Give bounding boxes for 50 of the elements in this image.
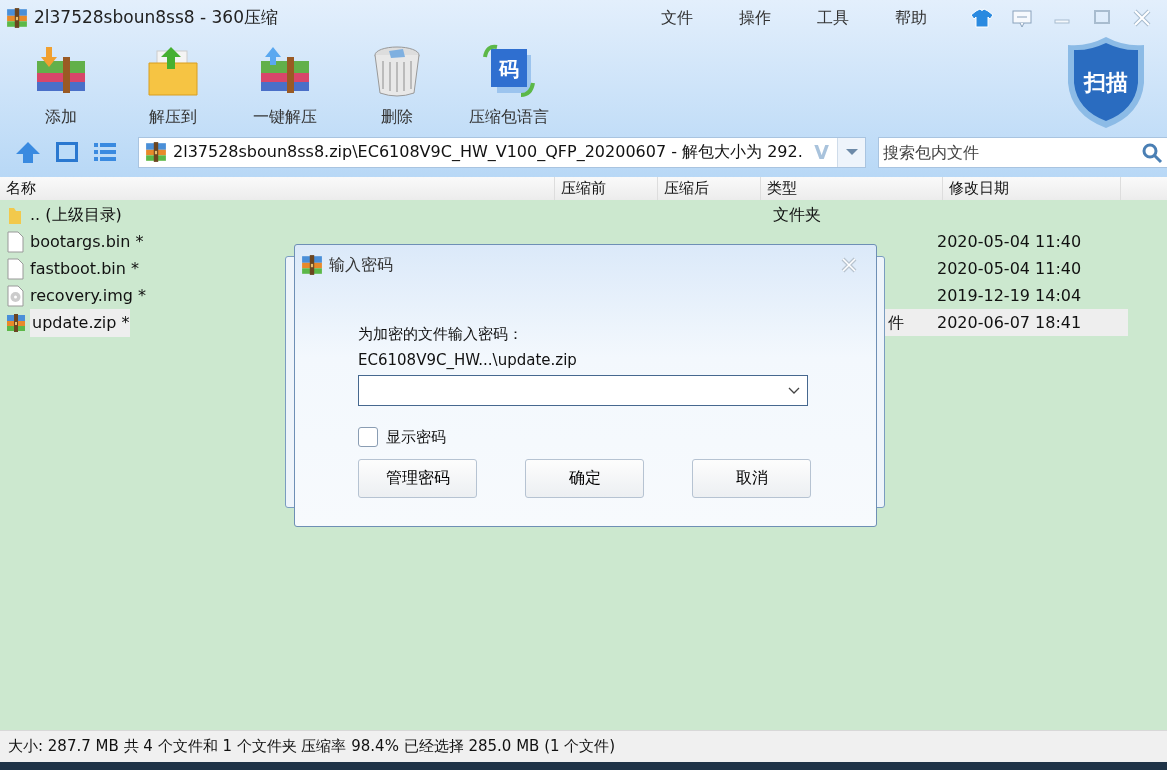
dialog-button[interactable]: 取消 <box>692 458 811 498</box>
dropdown-button[interactable] <box>837 137 865 167</box>
menu-item[interactable]: 文件 <box>661 5 693 30</box>
toolbar-button[interactable]: 码 压缩包语言 <box>459 35 559 129</box>
prompt-text: 为加密的文件输入密码： <box>358 324 524 345</box>
dialog-icon <box>301 254 323 276</box>
disc-file-icon <box>6 284 24 307</box>
file-name[interactable]: recovery.img * <box>28 281 147 310</box>
close-button[interactable] <box>840 256 858 274</box>
file-name[interactable]: bootargs.bin * <box>28 227 144 256</box>
search-field[interactable]: 搜索包内文件 <box>878 136 1167 168</box>
file-name[interactable]: .. (上级目录) <box>28 200 122 229</box>
dialog-button[interactable]: 确定 <box>525 458 644 498</box>
file-icon <box>6 257 24 280</box>
toolbar-button[interactable]: 删除 <box>347 35 447 129</box>
view-icon[interactable] <box>54 140 80 164</box>
menu-item[interactable]: 帮助 <box>895 5 927 30</box>
menu-item[interactable]: 操作 <box>739 5 771 30</box>
dialog-title: 输入密码 <box>329 254 393 276</box>
close-icon <box>840 256 858 274</box>
checkbox-label[interactable]: 显示密码 <box>386 426 446 449</box>
archive-icon <box>145 141 167 163</box>
date-cell-text: 2020-05-04 11:40 <box>936 230 1083 253</box>
file-name[interactable]: fastboot.bin * <box>28 254 139 283</box>
file-path: EC6108V9C_HW...\update.zip <box>358 350 578 371</box>
status-bar: 大小: 287.7 MB 共 4 个文件和 1 个文件夹 压缩率 98.4% 已经选择 285.0 MB (1 个文件) <box>0 730 1167 762</box>
type-cell-text: 文件夹 <box>772 203 822 226</box>
list-icon[interactable] <box>92 140 118 164</box>
dialog-button[interactable]: 管理密码 <box>358 458 477 498</box>
file-name[interactable]: update.zip * <box>30 308 130 337</box>
date-cell-text: 2020-06-07 18:41 <box>936 311 1083 334</box>
window-title: 2l37528sboun8ss8 - 360压缩 <box>34 5 278 29</box>
chevron-down-icon <box>788 387 800 395</box>
v-logo: V <box>814 139 829 165</box>
menu-item[interactable]: 工具 <box>817 5 849 30</box>
date-cell-text: 2019-12-19 14:04 <box>936 284 1083 307</box>
checkbox[interactable] <box>358 427 378 448</box>
toolbar-button[interactable]: 一键解压 <box>235 35 335 129</box>
password-field[interactable] <box>358 375 808 406</box>
toolbar-button[interactable]: 添加 <box>11 35 111 129</box>
app-icon <box>6 6 28 29</box>
archive-icon <box>6 312 26 333</box>
caret-icon <box>845 148 858 156</box>
date-cell-text: 2020-05-04 11:40 <box>936 257 1083 280</box>
file-icon <box>6 230 24 253</box>
scan-button[interactable]: 扫描 <box>1065 35 1147 130</box>
type-cell-text: 件 <box>887 311 905 334</box>
address-field[interactable]: 2l37528sboun8ss8.zip\EC6108V9C_HW_V100_QFP_20200607 - 解包大小为 292. V <box>138 136 866 168</box>
toolbar-button[interactable]: 解压到 <box>123 35 223 129</box>
up-arrow-icon[interactable] <box>14 139 42 165</box>
